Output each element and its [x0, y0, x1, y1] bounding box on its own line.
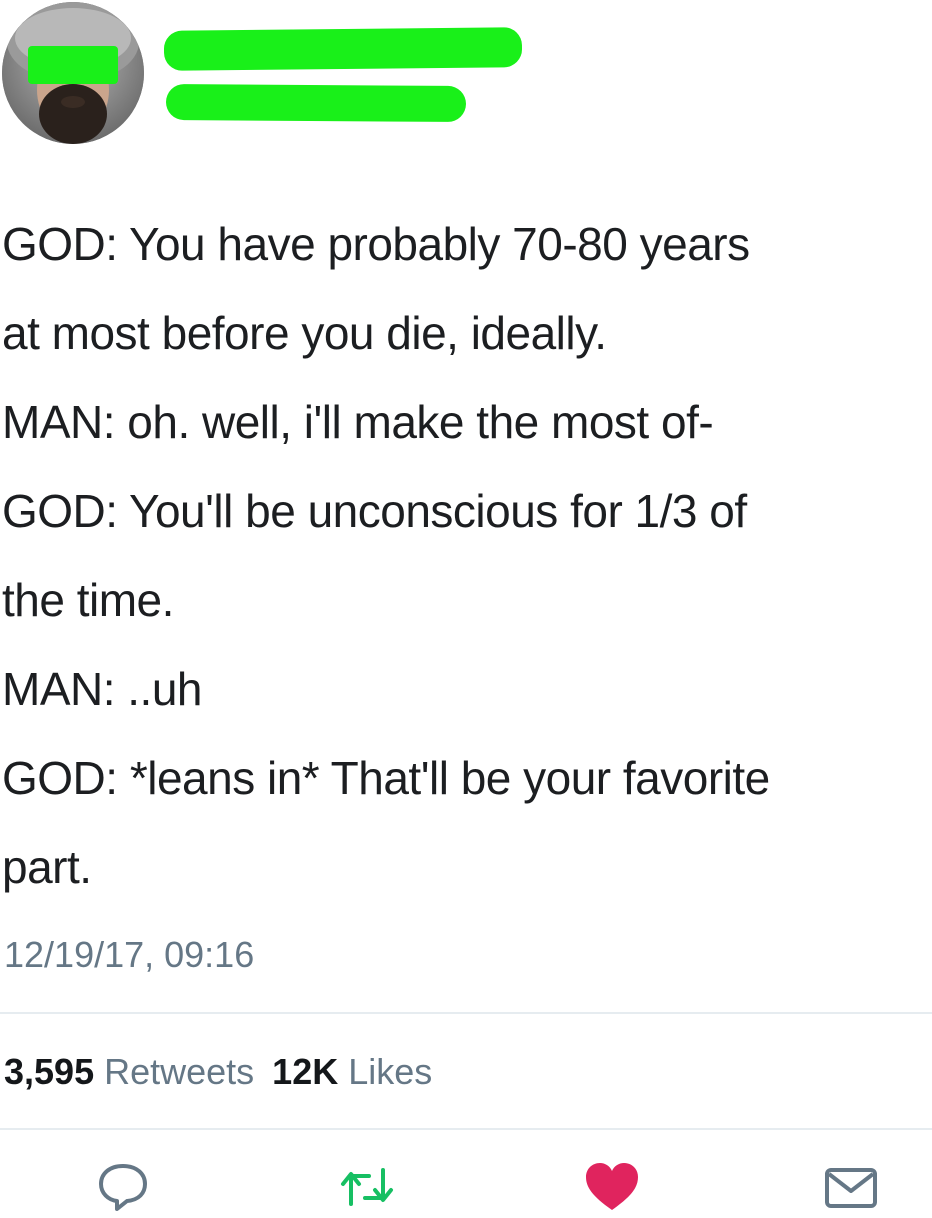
retweets-stat[interactable]: 3,595 Retweets — [4, 1051, 254, 1092]
tweet-text-line: the time. — [2, 574, 174, 626]
mail-icon — [825, 1168, 877, 1208]
tweet-text-line: GOD: You'll be unconscious for 1/3 of — [2, 485, 747, 537]
like-button[interactable] — [584, 1160, 640, 1213]
tweet-text-line: MAN: oh. well, i'll make the most of- — [2, 396, 714, 448]
retweet-icon — [341, 1168, 393, 1206]
reply-icon — [99, 1164, 147, 1211]
retweet-button[interactable] — [339, 1160, 395, 1213]
tweet-timestamp[interactable]: 12/19/17, 09:16 — [4, 927, 254, 983]
divider — [0, 1012, 932, 1014]
tweet-text-line: GOD: You have probably 70-80 years — [2, 218, 750, 270]
tweet-text-line: MAN: ..uh — [2, 663, 203, 715]
tweet-header — [0, 0, 932, 160]
heart-icon — [586, 1163, 638, 1210]
likes-count: 12K — [272, 1051, 339, 1092]
tweet-text: GOD: You have probably 70-80 years at mo… — [2, 200, 932, 912]
divider — [0, 1128, 932, 1130]
likes-label: Likes — [348, 1051, 433, 1092]
retweets-count: 3,595 — [4, 1051, 95, 1092]
likes-stat[interactable]: 12K Likes — [272, 1051, 432, 1092]
tweet-actions — [0, 1150, 932, 1213]
direct-message-button[interactable] — [823, 1160, 879, 1213]
tweet-stats: 3,595 Retweets 12K Likes — [4, 1044, 432, 1100]
retweets-label: Retweets — [104, 1051, 255, 1092]
author-handle-redacted[interactable] — [165, 83, 467, 123]
tweet: GOD: You have probably 70-80 years at mo… — [0, 0, 932, 1213]
tweet-text-line: part. — [2, 841, 92, 893]
tweet-text-line: at most before you die, ideally. — [2, 307, 607, 359]
tweet-text-line: GOD: *leans in* That'll be your favorite — [2, 752, 770, 804]
face-redaction-bar — [28, 46, 118, 84]
reply-button[interactable] — [95, 1160, 151, 1213]
author-name-redacted[interactable] — [163, 27, 523, 71]
